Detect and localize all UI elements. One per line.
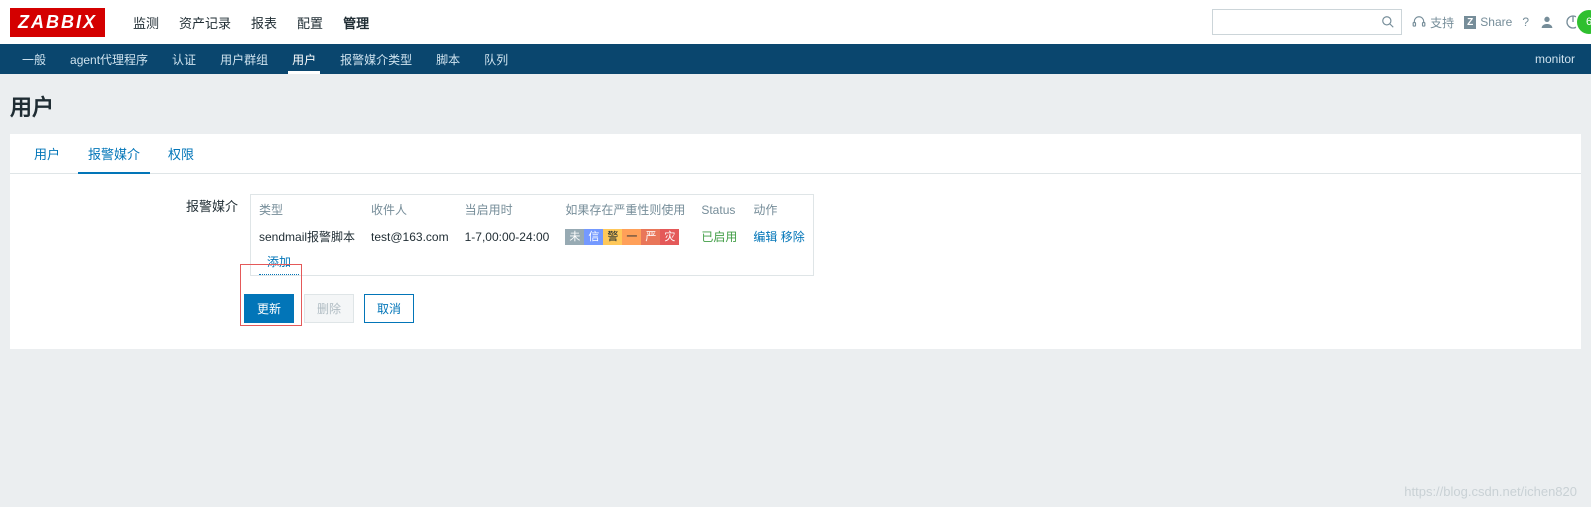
subnav-scripts[interactable]: 脚本 (424, 44, 472, 74)
media-remove-link[interactable]: 移除 (781, 230, 805, 244)
subnav-authentication[interactable]: 认证 (160, 44, 208, 74)
share-label: Share (1480, 15, 1512, 29)
nav-inventory[interactable]: 资产记录 (169, 0, 241, 44)
th-type: 类型 (251, 195, 363, 224)
subnav-media-types[interactable]: 报警媒介类型 (328, 44, 424, 74)
page-title: 用户 (0, 74, 1591, 134)
zabbix-z-icon: Z (1464, 16, 1476, 29)
nav-configuration[interactable]: 配置 (287, 0, 333, 44)
share-link[interactable]: Z Share (1464, 15, 1512, 29)
media-form-label: 报警媒介 (20, 194, 250, 323)
cell-actions: 编辑 移除 (745, 224, 812, 249)
th-severity: 如果存在严重性则使用 (557, 195, 693, 224)
support-link[interactable]: 支持 (1412, 14, 1454, 31)
th-status: Status (693, 195, 745, 224)
th-action: 动作 (745, 195, 812, 224)
media-row: sendmail报警脚本 test@163.com 1-7,00:00-24:0… (251, 224, 813, 249)
tab-permissions[interactable]: 权限 (154, 134, 208, 173)
severity-warning: 警 (603, 229, 622, 245)
help-link[interactable]: ? (1522, 15, 1529, 29)
search-icon[interactable] (1381, 15, 1395, 29)
watermark: https://blog.csdn.net/ichen820 (1404, 484, 1577, 499)
severity-high: 严 (641, 229, 660, 245)
cell-when: 1-7,00:00-24:00 (457, 224, 558, 249)
user-icon[interactable] (1539, 14, 1555, 30)
headset-icon (1412, 15, 1426, 29)
media-edit-link[interactable]: 编辑 (753, 230, 777, 244)
search-input[interactable] (1219, 15, 1381, 29)
severity-information: 信 (584, 229, 603, 245)
cell-severity: 未信警一严灾 (557, 224, 693, 249)
search-box[interactable] (1212, 9, 1402, 35)
subnav-proxies[interactable]: agent代理程序 (58, 44, 160, 74)
severity-average: 一 (622, 229, 641, 245)
nav-monitoring[interactable]: 监测 (123, 0, 169, 44)
sub-nav: 一般 agent代理程序 认证 用户群组 用户 报警媒介类型 脚本 队列 mon… (0, 44, 1591, 74)
nav-administration[interactable]: 管理 (333, 0, 379, 44)
brand-logo[interactable]: ZABBIX (10, 8, 105, 37)
media-table: 类型 收件人 当启用时 如果存在严重性则使用 Status 动作 sendmai… (251, 195, 813, 249)
cell-status: 已启用 (693, 224, 745, 249)
severity-not-classified: 未 (565, 229, 584, 245)
th-when: 当启用时 (457, 195, 558, 224)
tab-media[interactable]: 报警媒介 (74, 134, 154, 173)
severity-disaster: 灾 (660, 229, 679, 245)
support-label: 支持 (1430, 14, 1454, 31)
user-tabs: 用户 报警媒介 权限 (10, 134, 1581, 174)
cancel-button[interactable]: 取消 (364, 294, 414, 323)
media-add-link[interactable]: 添加 (259, 249, 299, 275)
nav-reports[interactable]: 报表 (241, 0, 287, 44)
delete-button: 删除 (304, 294, 354, 323)
main-nav: 监测 资产记录 报表 配置 管理 (123, 0, 379, 44)
subnav-queue[interactable]: 队列 (472, 44, 520, 74)
cell-type: sendmail报警脚本 (251, 224, 363, 249)
cell-sendto: test@163.com (363, 224, 457, 249)
update-button[interactable]: 更新 (244, 294, 294, 323)
th-sendto: 收件人 (363, 195, 457, 224)
subnav-general[interactable]: 一般 (10, 44, 58, 74)
subnav-users[interactable]: 用户 (280, 44, 328, 74)
subnav-right-label: monitor (1535, 52, 1581, 66)
subnav-user-groups[interactable]: 用户群组 (208, 44, 280, 74)
tab-user[interactable]: 用户 (20, 134, 74, 173)
